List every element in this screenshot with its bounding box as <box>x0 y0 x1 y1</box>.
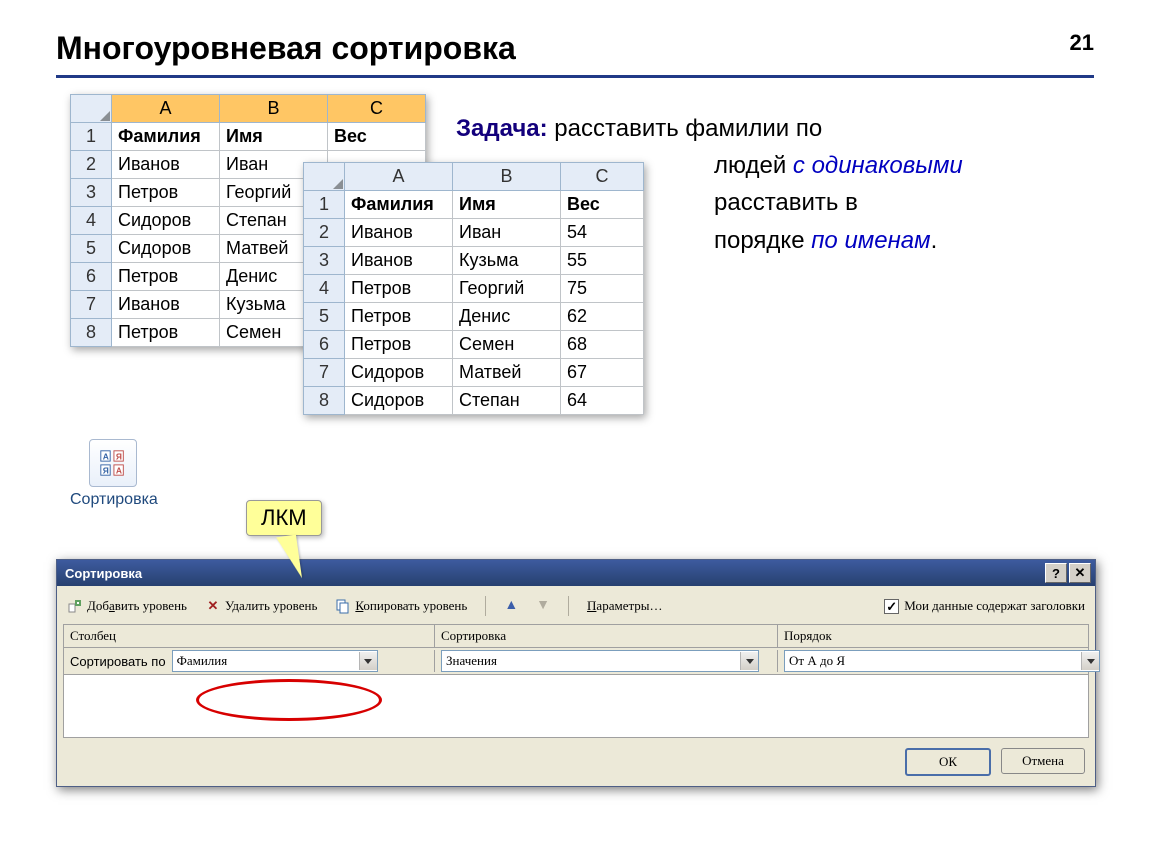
col-header-a[interactable]: A <box>112 95 220 123</box>
svg-text:А: А <box>103 451 109 461</box>
col-header-b[interactable]: B <box>453 163 561 191</box>
help-button[interactable]: ? <box>1045 563 1067 583</box>
chevron-down-icon <box>740 652 758 670</box>
grid-header-column: Столбец <box>64 625 435 647</box>
sort-column-combo[interactable]: Фамилия <box>172 650 378 672</box>
col-header-b[interactable]: B <box>220 95 328 123</box>
callout-label: ЛКМ <box>246 500 322 536</box>
copy-level-button[interactable]: Копировать уровень <box>335 598 467 614</box>
grid-header-sort: Сортировка <box>435 625 778 647</box>
copy-icon <box>335 598 351 614</box>
move-up-button[interactable]: ▲ <box>504 598 518 614</box>
svg-text:Я: Я <box>103 465 109 475</box>
add-level-button[interactable]: Добавить уровень <box>67 598 187 614</box>
close-button[interactable]: ✕ <box>1069 563 1091 583</box>
cell[interactable]: Имя <box>220 123 328 151</box>
cell[interactable]: Фамилия <box>112 123 220 151</box>
chevron-down-icon <box>359 652 377 670</box>
select-all-corner[interactable] <box>71 95 112 123</box>
sort-icon: А Я Я А <box>89 439 137 487</box>
sort-level-row: Сортировать по Фамилия Значения От А до … <box>63 648 1089 675</box>
delete-icon: ✕ <box>205 598 221 614</box>
grid-header-order: Порядок <box>778 625 1088 647</box>
select-all-corner[interactable] <box>304 163 345 191</box>
sort-by-label: Сортировать по <box>70 654 166 669</box>
cell[interactable]: Вес <box>328 123 426 151</box>
sort-order-combo[interactable]: От А до Я <box>784 650 1100 672</box>
col-header-c[interactable]: C <box>561 163 644 191</box>
task-label: Задача: <box>456 115 548 142</box>
page-title: Многоуровневая сортировка <box>56 30 1094 67</box>
checkbox-icon: ✓ <box>884 599 899 614</box>
sort-dialog: Сортировка ? ✕ Добавить уровень ✕ Удалит… <box>56 559 1096 787</box>
sort-button-label: Сортировка <box>70 491 158 508</box>
sorted-table: A B C 1 Фамилия Имя Вес 2ИвановИван54 3И… <box>303 162 644 415</box>
cancel-button[interactable]: Отмена <box>1001 748 1085 774</box>
svg-text:Я: Я <box>116 451 122 461</box>
col-header-a[interactable]: A <box>345 163 453 191</box>
sort-on-combo[interactable]: Значения <box>441 650 759 672</box>
move-down-button[interactable]: ▼ <box>536 598 550 614</box>
ok-button[interactable]: ОК <box>905 748 991 776</box>
delete-level-button[interactable]: ✕ Удалить уровень <box>205 598 317 614</box>
title-rule <box>56 75 1094 78</box>
col-header-c[interactable]: C <box>328 95 426 123</box>
empty-levels-area <box>63 675 1089 738</box>
options-button[interactable]: Параметры… <box>587 598 663 614</box>
sort-ribbon-button[interactable]: А Я Я А Сортировка <box>70 439 156 509</box>
headers-checkbox[interactable]: ✓ Мои данные содержат заголовки <box>884 598 1085 614</box>
lmb-callout: ЛКМ <box>246 500 322 536</box>
dialog-titlebar: Сортировка ? ✕ <box>57 560 1095 586</box>
dialog-title: Сортировка <box>65 566 142 581</box>
add-level-icon <box>67 598 83 614</box>
svg-text:А: А <box>116 465 122 475</box>
page-number: 21 <box>1070 30 1094 56</box>
chevron-down-icon <box>1081 652 1099 670</box>
